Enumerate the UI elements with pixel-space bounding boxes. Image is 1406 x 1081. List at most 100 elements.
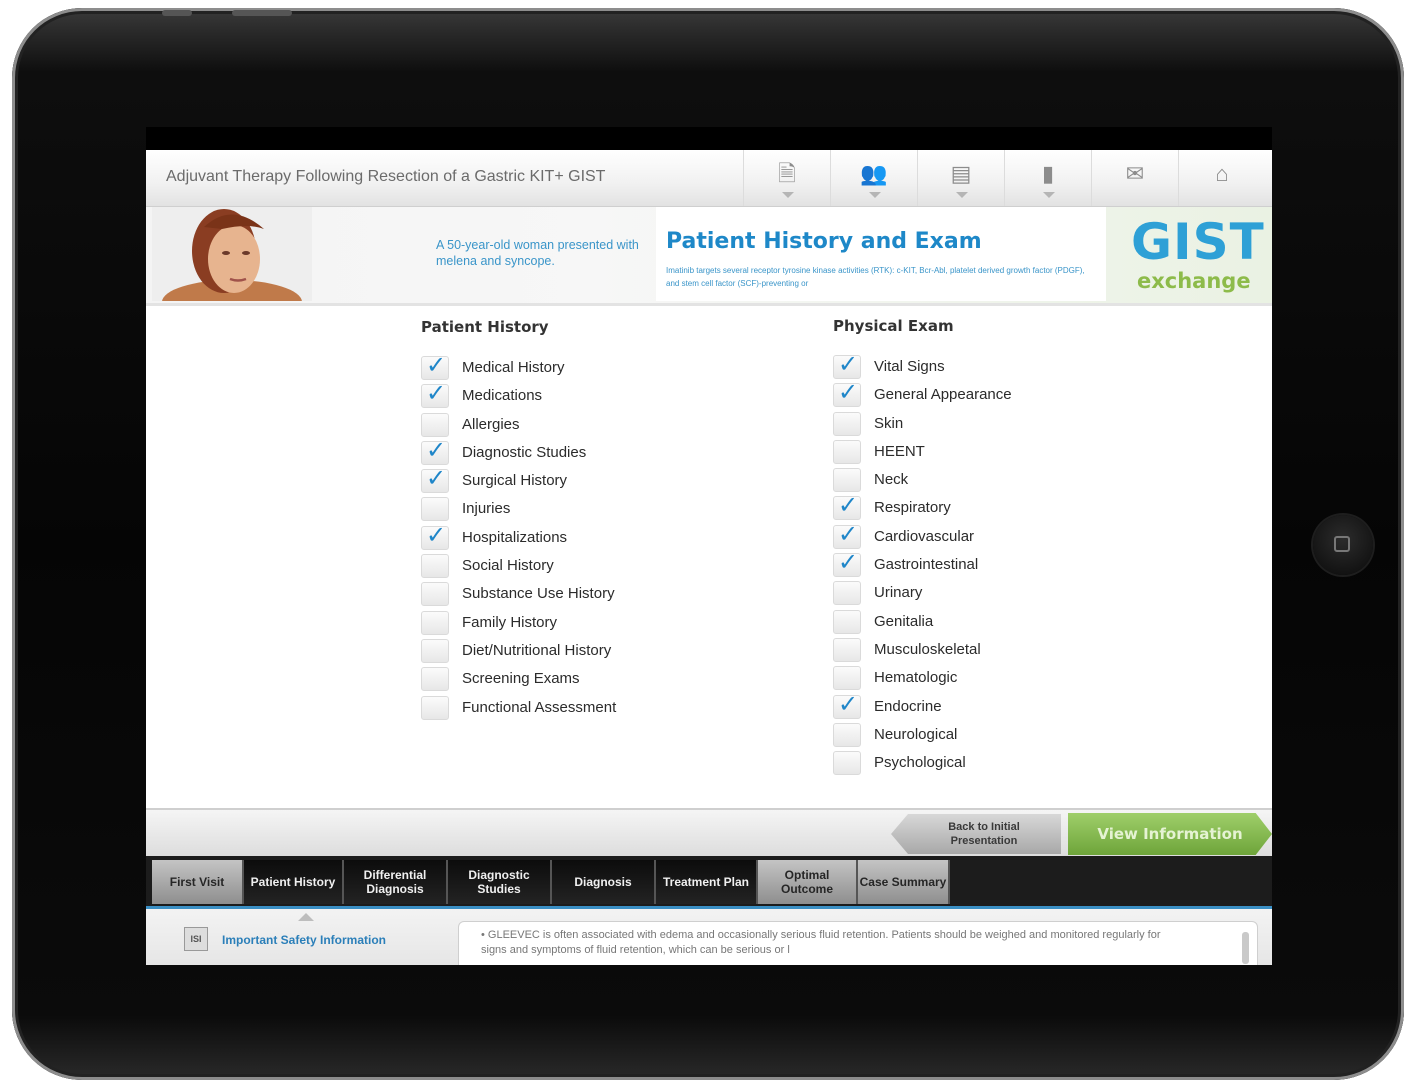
physical-exam-item[interactable]: ✓ General Appearance — [833, 379, 1093, 409]
checkbox[interactable] — [833, 751, 861, 776]
physical-exam-item[interactable]: Psychological — [833, 749, 1093, 777]
checkbox[interactable]: ✓ — [421, 380, 449, 409]
physical-exam-item[interactable]: ✓ Vital Signs — [833, 351, 1093, 381]
checkbox[interactable]: ✓ — [833, 492, 861, 521]
physical-exam-item[interactable]: ✓ Gastrointestinal — [833, 549, 1093, 579]
checkmark-icon: ✓ — [838, 690, 859, 718]
physical-exam-item[interactable]: Skin — [833, 410, 1093, 438]
case-note: A 50-year-old woman presented with melen… — [436, 238, 639, 268]
patient-history-item[interactable]: Injuries — [421, 495, 681, 523]
home-toolbar-button[interactable]: ⌂ — [1178, 150, 1265, 206]
safety-information-bar: ISI Important Safety Information • GLEEV… — [146, 909, 1272, 965]
physical-exam-item-label: Neurological — [874, 725, 958, 743]
physical-exam-item-label: Neck — [874, 471, 909, 489]
checkbox[interactable]: ✓ — [833, 379, 861, 408]
home-icon: ⌂ — [1215, 161, 1229, 186]
book-toolbar-button[interactable]: ▮ — [1004, 150, 1091, 206]
checkbox[interactable] — [421, 610, 449, 635]
checkbox[interactable] — [833, 581, 861, 606]
patient-history-item[interactable]: Allergies — [421, 411, 681, 439]
checkbox[interactable]: ✓ — [833, 351, 861, 379]
checkbox[interactable]: ✓ — [421, 522, 449, 550]
expand-caret-icon[interactable] — [298, 913, 314, 921]
home-button[interactable] — [1313, 515, 1373, 575]
physical-exam-item[interactable]: Neurological — [833, 721, 1093, 749]
tab-optimal-outcome[interactable]: Optimal Outcome — [758, 860, 858, 904]
checkbox[interactable] — [833, 468, 861, 493]
physical-exam-item[interactable]: Musculoskeletal — [833, 636, 1093, 664]
tab-diagnostic-studies[interactable]: Diagnostic Studies — [448, 860, 552, 904]
back-to-initial-presentation-button[interactable]: Back to Initial Presentation — [891, 814, 1061, 854]
physical-exam-item-label: Urinary — [874, 584, 923, 602]
patient-history-item[interactable]: Functional Assessment — [421, 694, 681, 722]
patient-history-item[interactable]: ✓ Medical History — [421, 352, 681, 382]
patient-history-item-label: Diet/Nutritional History — [462, 641, 612, 659]
tab-first-visit[interactable]: First Visit — [152, 860, 244, 904]
physical-exam-item[interactable]: ✓ Cardiovascular — [833, 521, 1093, 551]
patient-history-item[interactable]: Social History — [421, 552, 681, 580]
banner-subtext: Imatinib targets several receptor tyrosi… — [666, 266, 1085, 288]
banner-heading-panel: Patient History and Exam Imatinib target… — [656, 207, 1106, 301]
isi-text-box[interactable]: • GLEEVEC is often associated with edema… — [458, 921, 1258, 965]
physical-exam-item[interactable]: Neck — [833, 466, 1093, 494]
checkbox[interactable]: ✓ — [833, 521, 861, 549]
checkbox[interactable] — [421, 695, 449, 720]
checkbox[interactable]: ✓ — [421, 352, 449, 380]
checkbox[interactable] — [833, 609, 861, 634]
physical-exam-item[interactable]: HEENT — [833, 438, 1093, 466]
patient-history-item[interactable]: Substance Use History — [421, 580, 681, 608]
checkbox[interactable] — [833, 666, 861, 691]
physical-exam-item[interactable]: Hematologic — [833, 664, 1093, 692]
checkbox[interactable] — [421, 667, 449, 692]
patient-history-item[interactable]: Screening Exams — [421, 665, 681, 693]
checkmark-icon: ✓ — [426, 380, 447, 408]
isi-text: • GLEEVEC is often associated with edema… — [481, 929, 1161, 956]
patient-history-item[interactable]: ✓ Medications — [421, 380, 681, 410]
checkbox[interactable] — [833, 439, 861, 464]
checkbox[interactable] — [833, 411, 861, 436]
checkbox[interactable] — [833, 722, 861, 747]
checkmark-icon: ✓ — [426, 352, 447, 379]
patient-history-item-label: Substance Use History — [462, 585, 615, 603]
tab-differential-diagnosis[interactable]: Differential Diagnosis — [344, 860, 448, 904]
patient-history-list: ✓ Medical History ✓ Medications Allergies ✓ Di… — [421, 352, 681, 722]
checkbox[interactable] — [421, 638, 449, 663]
pi-document-toolbar-button[interactable]: 🗎 — [743, 150, 830, 206]
patient-history-item[interactable]: ✓ Surgical History — [421, 465, 681, 495]
view-information-button[interactable]: View Information — [1068, 813, 1272, 855]
checkbox[interactable]: ✓ — [421, 437, 449, 465]
chevron-down-icon — [782, 192, 794, 198]
patient-portrait — [152, 207, 312, 301]
physical-exam-item[interactable]: ✓ Respiratory — [833, 492, 1093, 522]
patient-history-item-label: Medications — [462, 387, 543, 405]
tab-treatment-plan[interactable]: Treatment Plan — [656, 860, 758, 904]
header-toolbar: 🗎 👥 ▤ ▮ ✉ ⌂ — [743, 150, 1265, 206]
checkbox[interactable] — [421, 554, 449, 579]
checkmark-icon: ✓ — [838, 492, 859, 520]
patient-history-item[interactable]: Diet/Nutritional History — [421, 637, 681, 665]
checkbox[interactable]: ✓ — [833, 549, 861, 578]
physical-exam-item[interactable]: ✓ Endocrine — [833, 691, 1093, 721]
checkbox[interactable]: ✓ — [833, 691, 861, 719]
physical-exam-item[interactable]: Urinary — [833, 579, 1093, 607]
tab-diagnosis[interactable]: Diagnosis — [552, 860, 656, 904]
tab-case-summary[interactable]: Case Summary — [858, 860, 950, 904]
mail-toolbar-button[interactable]: ✉ — [1091, 150, 1178, 206]
isi-scrollbar[interactable] — [1242, 932, 1249, 964]
important-safety-information-link[interactable]: Important Safety Information — [222, 933, 386, 947]
checkbox[interactable] — [833, 637, 861, 662]
checkbox[interactable]: ✓ — [421, 465, 449, 494]
tab-patient-history[interactable]: Patient History — [244, 860, 344, 904]
physical-exam-item-label: Skin — [874, 414, 904, 432]
checkbox[interactable] — [421, 582, 449, 607]
id-card-toolbar-button[interactable]: ▤ — [917, 150, 1004, 206]
checkbox[interactable] — [421, 497, 449, 522]
checkbox[interactable] — [421, 412, 449, 437]
people-toolbar-button[interactable]: 👥 — [830, 150, 917, 206]
patient-history-item[interactable]: Family History — [421, 609, 681, 637]
physical-exam-item[interactable]: Genitalia — [833, 608, 1093, 636]
patient-history-item[interactable]: ✓ Diagnostic Studies — [421, 437, 681, 467]
patient-history-item[interactable]: ✓ Hospitalizations — [421, 522, 681, 552]
patient-history-item-label: Allergies — [462, 415, 520, 433]
patient-history-item-label: Medical History — [462, 359, 565, 376]
